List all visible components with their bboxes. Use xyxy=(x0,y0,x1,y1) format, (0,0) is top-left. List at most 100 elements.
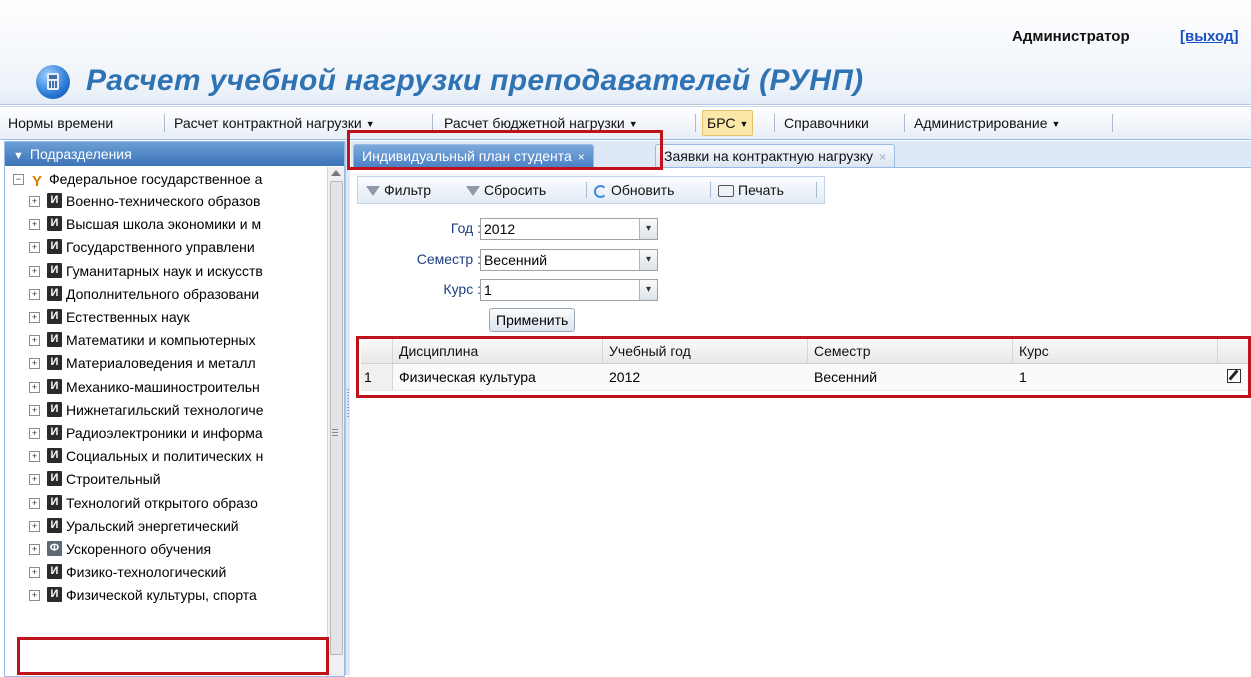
node-type-icon: И xyxy=(47,471,62,487)
university-logo-icon: Y xyxy=(32,173,43,190)
grid-header: Дисциплина Учебный год Семестр Курс xyxy=(361,338,1251,364)
year-label: Год : xyxy=(450,220,481,236)
filter-icon xyxy=(366,186,380,197)
departments-panel-header[interactable]: ▼ Подразделения xyxy=(5,142,344,166)
cell-academic-year: 2012 xyxy=(609,369,641,385)
expand-icon[interactable]: + xyxy=(29,544,40,555)
tree-item-label: Государственного управлени xyxy=(66,239,255,256)
edit-icon[interactable] xyxy=(1227,369,1241,383)
tree-item-label: Радиоэлектроники и информа xyxy=(66,425,263,441)
chevron-down-icon[interactable]: ▾ xyxy=(639,250,657,270)
expand-icon[interactable]: + xyxy=(29,428,40,439)
menu-time-norms[interactable]: Нормы времени xyxy=(4,107,117,139)
semester-input[interactable] xyxy=(481,250,636,270)
node-type-icon: И xyxy=(47,401,62,417)
expand-icon[interactable]: + xyxy=(29,288,40,300)
results-grid: Дисциплина Учебный год Семестр Курс 1 Фи… xyxy=(361,338,1251,394)
expand-icon[interactable]: + xyxy=(29,381,40,393)
expand-icon[interactable]: + xyxy=(29,265,40,277)
expand-icon[interactable]: + xyxy=(29,590,40,602)
chevron-down-icon[interactable]: ▾ xyxy=(639,280,657,300)
refresh-button[interactable]: Обновить xyxy=(594,177,674,203)
expand-icon[interactable]: + xyxy=(29,219,40,231)
tree-item-label: Социальных и политических н xyxy=(66,448,264,465)
course-combo[interactable]: ▾ xyxy=(480,279,658,301)
node-type-icon: И xyxy=(47,239,62,255)
expand-icon[interactable]: + xyxy=(29,451,40,463)
tree-item-label: Физико-технологический xyxy=(66,564,227,581)
expand-icon[interactable]: + xyxy=(29,312,40,323)
collapse-icon[interactable]: − xyxy=(13,174,24,185)
node-type-icon: И xyxy=(47,193,62,208)
node-type-icon: И xyxy=(47,378,62,394)
caret-down-icon: ▼ xyxy=(628,119,638,130)
node-type-icon: И xyxy=(47,564,62,580)
expand-icon[interactable]: + xyxy=(29,358,40,370)
expand-icon[interactable]: + xyxy=(29,567,40,579)
expand-icon[interactable]: + xyxy=(29,196,40,207)
expand-icon[interactable]: + xyxy=(29,474,40,486)
app-title: Расчет учебной нагрузки преподавателей (… xyxy=(86,64,864,97)
tree-item-label: Военно-технического образов xyxy=(66,193,261,209)
tree-item-label: Физической культуры, спорта xyxy=(66,587,257,604)
menu-contract-load[interactable]: Расчет контрактной нагрузки ▼ xyxy=(170,107,379,139)
tree-item-label: Естественных наук xyxy=(66,309,190,325)
tree-item-label: Материаловедения и металл xyxy=(66,355,256,372)
semester-combo[interactable]: ▾ xyxy=(480,249,658,271)
expand-icon[interactable]: + xyxy=(29,497,40,509)
node-type-icon: И xyxy=(47,216,62,232)
close-icon[interactable]: × xyxy=(578,150,585,164)
expand-icon[interactable]: + xyxy=(29,242,40,254)
year-input[interactable] xyxy=(481,219,636,239)
panel-splitter[interactable] xyxy=(345,141,350,675)
scrollbar-thumb[interactable] xyxy=(330,181,343,655)
node-type-icon: И xyxy=(47,262,62,278)
tree-item-label: Ускоренного обучения xyxy=(66,541,212,557)
column-semester[interactable]: Семестр xyxy=(808,339,1013,363)
column-discipline[interactable]: Дисциплина xyxy=(393,339,603,363)
menu-budget-load[interactable]: Расчет бюджетной нагрузки ▼ xyxy=(440,107,642,139)
node-type-icon: И xyxy=(47,517,62,533)
chevron-down-icon: ▼ xyxy=(13,150,24,162)
logout-link[interactable]: [выход] xyxy=(1180,28,1238,45)
node-type-icon: И xyxy=(47,285,62,301)
menu-brs[interactable]: БРС ▼ xyxy=(702,110,754,136)
node-type-icon: И xyxy=(47,309,62,324)
column-course[interactable]: Курс xyxy=(1013,339,1218,363)
scroll-up-icon[interactable] xyxy=(331,170,341,176)
semester-label: Семестр : xyxy=(416,251,481,267)
tab-bar: Индивидуальный план студента × Заявки на … xyxy=(351,141,1251,168)
year-combo[interactable]: ▾ xyxy=(480,218,658,240)
tab-individual-student-plan[interactable]: Индивидуальный план студента × xyxy=(353,144,594,167)
print-button[interactable]: Печать xyxy=(718,177,784,203)
tree-item-label: Уральский энергетический xyxy=(66,517,239,534)
tree-item-label: Механико-машиностроительн xyxy=(66,378,260,395)
node-type-icon: И xyxy=(47,355,62,371)
tree-item-label: Нижнетагильский технологиче xyxy=(66,401,264,418)
course-label: Курс : xyxy=(443,281,481,297)
cell-course: 1 xyxy=(1019,369,1027,385)
filter-button[interactable]: Фильтр xyxy=(366,177,431,203)
caret-down-icon: ▼ xyxy=(1051,119,1061,130)
expand-icon[interactable]: + xyxy=(29,335,40,347)
menu-administration[interactable]: Администрирование ▼ xyxy=(910,107,1064,139)
course-input[interactable] xyxy=(481,280,636,300)
expand-icon[interactable]: + xyxy=(29,404,40,416)
table-row[interactable]: 1 Физическая культура 2012 Весенний 1 xyxy=(361,364,1251,391)
filter-reset-icon xyxy=(466,186,480,197)
tree-item-label: Технологий открытого образо xyxy=(66,494,258,511)
node-type-icon: И xyxy=(47,332,62,348)
chevron-down-icon[interactable]: ▾ xyxy=(639,219,657,239)
tree-item-label: Гуманитарных наук и искусств xyxy=(66,262,263,279)
tree-item-label: Математики и компьютерных xyxy=(66,332,256,349)
close-icon[interactable]: × xyxy=(879,150,886,164)
current-user: Администратор xyxy=(1012,28,1130,45)
apply-button[interactable]: Применить xyxy=(489,308,576,332)
node-type-icon: Ф xyxy=(47,541,62,556)
tree-scrollbar[interactable] xyxy=(327,167,344,676)
reset-button[interactable]: Сбросить xyxy=(466,177,546,203)
tab-contract-load-requests[interactable]: Заявки на контрактную нагрузку × xyxy=(655,144,896,167)
menu-reference-books[interactable]: Справочники xyxy=(780,107,873,139)
column-academic-year[interactable]: Учебный год xyxy=(603,339,808,363)
expand-icon[interactable]: + xyxy=(29,520,40,532)
